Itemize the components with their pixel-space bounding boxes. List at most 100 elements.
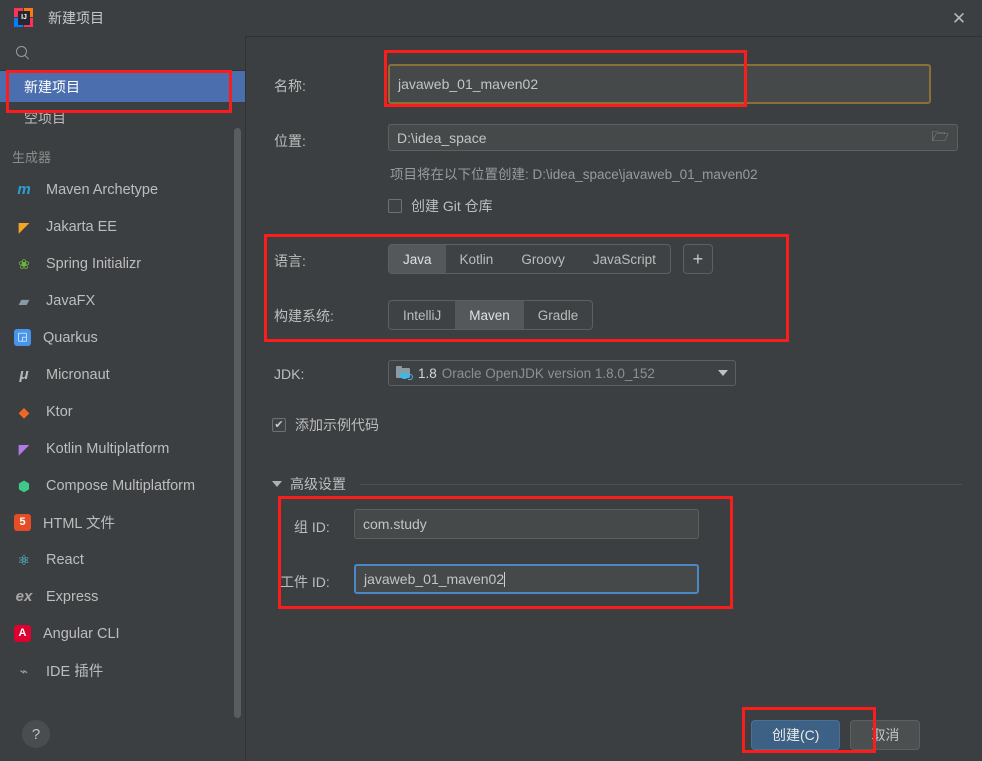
sidebar-generator-ide[interactable]: ⌁ IDE 插件 bbox=[0, 652, 245, 689]
jdk-icon bbox=[396, 365, 413, 381]
help-button[interactable]: ? bbox=[22, 720, 50, 748]
sidebar-generator-label: IDE 插件 bbox=[46, 664, 104, 680]
advanced-settings-header[interactable]: 高级设置 bbox=[272, 474, 962, 494]
title-bar: IJ 新建项目 ✕ bbox=[0, 0, 982, 37]
advanced-divider bbox=[360, 483, 962, 485]
language-option-java[interactable]: Java bbox=[389, 245, 446, 273]
html5-icon: 5 bbox=[14, 514, 31, 531]
sidebar-generator-html[interactable]: 5 HTML 文件 bbox=[0, 504, 245, 541]
language-label: 语言: bbox=[274, 253, 306, 269]
git-repo-checkbox-label: 创建 Git 仓库 bbox=[411, 198, 493, 214]
main-panel: 名称: javaweb_01_maven02 位置: D:\idea_space… bbox=[246, 36, 982, 761]
close-icon[interactable]: ✕ bbox=[936, 0, 982, 36]
group-id-value: com.study bbox=[363, 516, 427, 532]
sidebar-generator-label: React bbox=[46, 551, 84, 568]
name-label: 名称: bbox=[274, 78, 306, 94]
maven-icon: m bbox=[17, 181, 31, 198]
search-icon bbox=[16, 46, 30, 60]
language-option-groovy[interactable]: Groovy bbox=[507, 245, 579, 273]
sidebar-generator-quarkus[interactable]: ◲ Quarkus bbox=[0, 319, 245, 356]
location-input[interactable]: D:\idea_space 🗁 bbox=[388, 124, 958, 151]
path-hint: 项目将在以下位置创建: D:\idea_space\javaweb_01_mav… bbox=[390, 167, 758, 182]
sidebar-generator-javafx[interactable]: ▰ JavaFX bbox=[0, 282, 245, 319]
sidebar-generator-spring-initializr[interactable]: ❀ Spring Initializr bbox=[0, 245, 245, 282]
sidebar-generator-label: Micronaut bbox=[46, 366, 110, 383]
sidebar-generator-label: Jakarta EE bbox=[46, 218, 117, 235]
location-input-value: D:\idea_space bbox=[397, 129, 487, 146]
group-id-input[interactable]: com.study bbox=[354, 509, 699, 539]
language-option-javascript[interactable]: JavaScript bbox=[579, 245, 670, 273]
sidebar-generator-label: Maven Archetype bbox=[46, 181, 159, 198]
location-label: 位置: bbox=[274, 133, 306, 149]
sidebar-generator-compose-multiplatform[interactable]: ⬢ Compose Multiplatform bbox=[0, 467, 245, 504]
sidebar-generator-angular-cli[interactable]: A Angular CLI bbox=[0, 615, 245, 652]
sidebar-scrollbar[interactable] bbox=[234, 128, 241, 718]
sidebar-item-new-project[interactable]: 新建项目 bbox=[0, 71, 245, 102]
sample-code-checkbox[interactable]: ✔ 添加示例代码 bbox=[272, 415, 379, 435]
language-option-kotlin[interactable]: Kotlin bbox=[446, 245, 508, 273]
sample-code-checkbox-box: ✔ bbox=[272, 418, 286, 432]
git-repo-checkbox[interactable]: 创建 Git 仓库 bbox=[388, 196, 493, 216]
artifact-id-input[interactable]: javaweb_01_maven02 bbox=[354, 564, 699, 594]
folder-open-icon[interactable]: 🗁 bbox=[932, 126, 949, 150]
sidebar-generator-label: Angular CLI bbox=[43, 625, 120, 642]
git-repo-checkbox-box bbox=[388, 199, 402, 213]
micronaut-icon: μ bbox=[19, 366, 29, 383]
javafx-icon: ▰ bbox=[18, 292, 30, 309]
sidebar-generator-label: Express bbox=[46, 588, 99, 605]
jdk-dropdown[interactable]: 1.8 Oracle OpenJDK version 1.8.0_152 bbox=[388, 360, 736, 386]
jdk-version: 1.8 bbox=[418, 365, 437, 381]
cancel-button[interactable]: 取消 bbox=[850, 720, 921, 750]
project-type-list: 新建项目空项目 bbox=[0, 71, 245, 133]
spring-icon: ❀ bbox=[18, 255, 30, 272]
build-system-option-intellij[interactable]: IntelliJ bbox=[389, 301, 455, 329]
name-input-value: javaweb_01_maven02 bbox=[398, 76, 539, 92]
create-button[interactable]: 创建(C) bbox=[751, 720, 841, 750]
build-system-segment-group[interactable]: IntelliJ Maven Gradle bbox=[388, 300, 594, 330]
sidebar-generator-micronaut[interactable]: μ Micronaut bbox=[0, 356, 245, 393]
search-input[interactable] bbox=[0, 36, 245, 71]
generator-list: m Maven Archetype ◤ Jakarta EE ❀ Spring Initi… bbox=[0, 171, 245, 689]
chevron-down-icon bbox=[718, 370, 728, 376]
sidebar-generator-label: Spring Initializr bbox=[46, 255, 142, 272]
express-icon: ex bbox=[15, 588, 33, 605]
sidebar-generator-label: Ktor bbox=[46, 403, 73, 420]
chevron-down-icon bbox=[272, 481, 282, 487]
build-system-option-maven[interactable]: Maven bbox=[455, 301, 524, 329]
build-system-option-gradle[interactable]: Gradle bbox=[524, 301, 593, 329]
angular-icon: A bbox=[14, 625, 31, 642]
sidebar-item-label: 新建项目 bbox=[24, 78, 80, 95]
jdk-label: JDK: bbox=[274, 366, 305, 382]
group-id-label: 组 ID: bbox=[294, 519, 330, 535]
generators-group-title: 生成器 bbox=[12, 149, 52, 165]
dialog-footer: 创建(C) 取消 bbox=[751, 720, 921, 750]
sidebar-generator-express[interactable]: ex Express bbox=[0, 578, 245, 615]
artifact-id-label: 工件 ID: bbox=[280, 574, 330, 590]
compose-multiplatform-icon: ⬢ bbox=[17, 477, 31, 494]
sidebar-generator-maven-archetype[interactable]: m Maven Archetype bbox=[0, 171, 245, 208]
artifact-id-value: javaweb_01_maven02 bbox=[364, 571, 505, 587]
sidebar: 新建项目空项目 生成器 m Maven Archetype ◤ Jakarta EE ❀… bbox=[0, 36, 246, 761]
jakarta-ee-icon: ◤ bbox=[18, 218, 30, 235]
new-project-dialog: IJ 新建项目 ✕ 新建项目空项目 生成器 m Maven Archetype ◤ J… bbox=[0, 0, 982, 761]
jdk-description: Oracle OpenJDK version 1.8.0_152 bbox=[441, 365, 655, 381]
sidebar-generator-label: Kotlin Multiplatform bbox=[46, 440, 170, 457]
sidebar-generator-jakarta-ee[interactable]: ◤ Jakarta EE bbox=[0, 208, 245, 245]
sample-code-checkbox-label: 添加示例代码 bbox=[295, 417, 379, 433]
sidebar-generator-label: JavaFX bbox=[46, 292, 96, 309]
sidebar-generator-ktor[interactable]: ◆ Ktor bbox=[0, 393, 245, 430]
ide-plugin-icon: ⌁ bbox=[19, 662, 29, 679]
text-cursor bbox=[504, 571, 506, 587]
sidebar-item-empty-project[interactable]: 空项目 bbox=[0, 102, 245, 133]
sidebar-generator-kotlin-multiplatform[interactable]: ◤ Kotlin Multiplatform bbox=[0, 430, 245, 467]
language-segment-group[interactable]: Java Kotlin Groovy JavaScript bbox=[388, 244, 671, 274]
ktor-icon: ◆ bbox=[18, 403, 30, 420]
quarkus-icon: ◲ bbox=[14, 329, 31, 346]
add-language-button[interactable]: + bbox=[682, 244, 713, 274]
react-icon: ⚛ bbox=[17, 551, 31, 568]
language-selector: Java Kotlin Groovy JavaScript + bbox=[388, 244, 713, 274]
sidebar-generator-react[interactable]: ⚛ React bbox=[0, 541, 245, 578]
sidebar-generator-label: Compose Multiplatform bbox=[46, 477, 196, 494]
name-input[interactable]: javaweb_01_maven02 bbox=[388, 64, 931, 104]
advanced-settings-label: 高级设置 bbox=[290, 476, 346, 492]
